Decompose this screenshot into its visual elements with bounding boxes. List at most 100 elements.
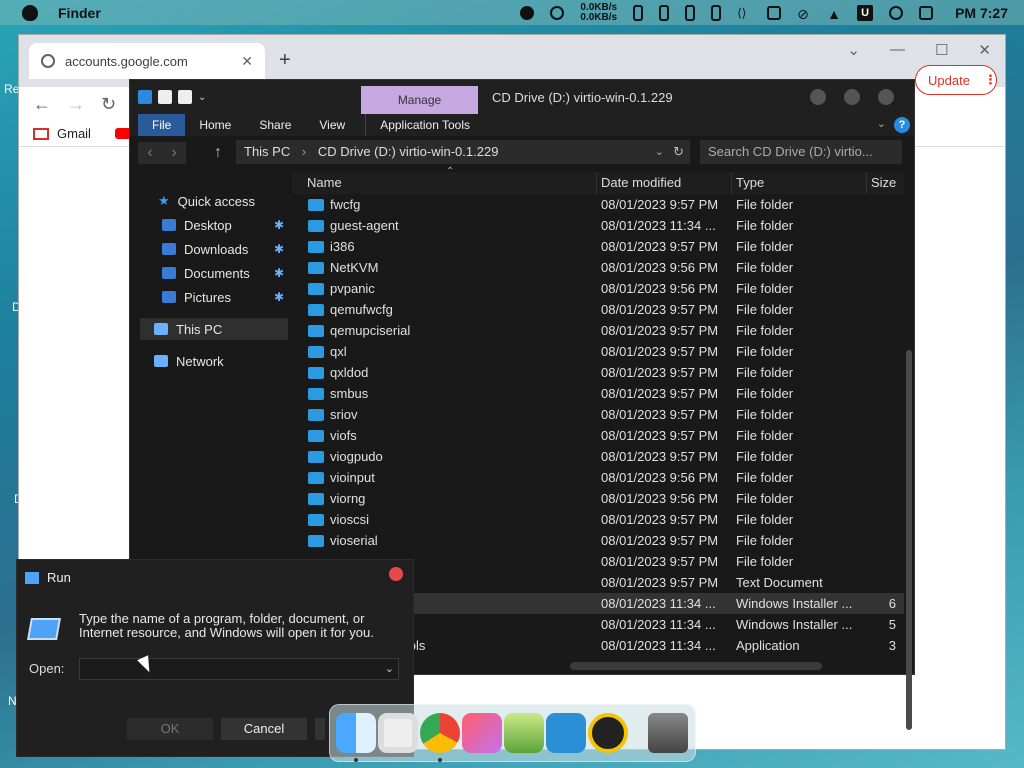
phone-link-icon[interactable] xyxy=(685,4,696,21)
update-button[interactable]: Update ⋮ xyxy=(915,65,997,95)
back-arrow-icon[interactable]: ← xyxy=(33,94,51,115)
vertical-scrollbar[interactable] xyxy=(904,260,914,730)
tab-application-tools[interactable]: Application Tools xyxy=(365,114,484,136)
table-row[interactable]: viofs 08/01/2023 9:57 PM File folder xyxy=(292,425,904,446)
breadcrumb-this-pc[interactable]: This PC xyxy=(244,144,290,159)
migration-dock-icon[interactable] xyxy=(546,713,586,753)
trash-dock-icon[interactable] xyxy=(648,713,688,753)
drive-icon[interactable] xyxy=(138,90,152,104)
table-row[interactable]: viogpudo 08/01/2023 9:57 PM File folder xyxy=(292,446,904,467)
properties-icon[interactable] xyxy=(158,90,172,104)
table-row[interactable]: guest-agent 08/01/2023 11:34 ... File fold… xyxy=(292,215,904,236)
tab-share[interactable]: Share xyxy=(245,114,305,136)
bookmark-gmail[interactable]: Gmail xyxy=(57,126,91,141)
table-row[interactable]: qxl 08/01/2023 9:57 PM File folder xyxy=(292,341,904,362)
sync-icon[interactable] xyxy=(550,5,565,20)
launchpad-dock-icon[interactable] xyxy=(378,713,418,753)
column-name[interactable]: Name xyxy=(292,172,597,194)
breadcrumb-cd-drive[interactable]: CD Drive (D:) virtio-win-0.1.229 xyxy=(318,144,499,159)
search-input[interactable]: Search CD Drive (D:) virtio... xyxy=(700,140,902,164)
maximize-button[interactable] xyxy=(844,89,860,105)
display-icon[interactable] xyxy=(767,5,782,20)
wifi-icon[interactable]: ▲ xyxy=(827,6,841,22)
finder-dock-icon[interactable] xyxy=(336,713,376,753)
control-center-icon[interactable] xyxy=(919,5,934,20)
nav-documents[interactable]: Documents ✱ xyxy=(162,262,312,284)
manage-context-tab[interactable]: Manage xyxy=(361,86,478,114)
minimize-button[interactable] xyxy=(810,89,826,105)
new-folder-icon[interactable] xyxy=(178,90,192,104)
scrollbar-thumb[interactable] xyxy=(906,350,912,730)
u-menu-icon[interactable]: U xyxy=(857,4,874,21)
expand-ribbon-icon[interactable]: ⌄ xyxy=(877,117,886,130)
nav-pictures[interactable]: Pictures ✱ xyxy=(162,286,312,308)
open-input[interactable]: ⌄ xyxy=(79,658,399,680)
tab-search-icon[interactable]: ⌄ xyxy=(847,41,860,59)
table-row[interactable]: smbus 08/01/2023 9:57 PM File folder xyxy=(292,383,904,404)
tab-file[interactable]: File xyxy=(138,114,186,136)
table-row[interactable]: pvpanic 08/01/2023 9:56 PM File folder xyxy=(292,278,904,299)
nav-desktop[interactable]: Desktop ✱ xyxy=(162,214,312,236)
table-row[interactable]: vioserial 08/01/2023 9:57 PM File folder xyxy=(292,530,904,551)
table-row[interactable]: NetKVM 08/01/2023 9:56 PM File folder xyxy=(292,257,904,278)
phone-icon[interactable] xyxy=(633,4,644,21)
forward-arrow-icon[interactable]: → xyxy=(67,94,85,115)
mirror-icon[interactable] xyxy=(711,4,722,21)
reload-icon[interactable]: ↻ xyxy=(101,94,116,115)
nav-downloads[interactable]: Downloads ✱ xyxy=(162,238,312,260)
address-history-icon[interactable]: ⌄ xyxy=(655,140,664,164)
maximize-icon[interactable]: ☐ xyxy=(935,41,948,59)
app-name[interactable]: Finder xyxy=(58,5,101,21)
apple-icon[interactable] xyxy=(22,4,38,21)
table-row[interactable]: qemupciserial 08/01/2023 9:57 PM File fold… xyxy=(292,320,904,341)
vlc-dock-icon[interactable] xyxy=(588,713,628,753)
close-dialog-button[interactable] xyxy=(389,567,403,581)
back-icon[interactable]: ‹ xyxy=(147,144,152,162)
chrome-tab[interactable]: accounts.google.com ✕ xyxy=(29,43,265,79)
nav-this-pc[interactable]: This PC xyxy=(154,318,222,340)
table-row[interactable]: i386 08/01/2023 9:57 PM File folder xyxy=(292,236,904,257)
table-row[interactable]: qxldod 08/01/2023 9:57 PM File folder xyxy=(292,362,904,383)
clock[interactable]: PM 7:27 xyxy=(955,5,1008,21)
close-button[interactable] xyxy=(878,89,894,105)
table-row[interactable]: vioinput 08/01/2023 9:56 PM File folder xyxy=(292,467,904,488)
nav-network[interactable]: Network xyxy=(154,350,224,372)
tab-view[interactable]: View xyxy=(305,114,359,136)
table-row[interactable]: vioscsi 08/01/2023 9:57 PM File folder xyxy=(292,509,904,530)
table-row[interactable]: sriov 08/01/2023 9:57 PM File folder xyxy=(292,404,904,425)
close-window-icon[interactable]: ✕ xyxy=(978,41,991,59)
downloads-icon xyxy=(162,243,176,255)
up-arrow-icon[interactable]: ↑ xyxy=(214,144,222,162)
table-row[interactable]: fwcfg 08/01/2023 9:57 PM File folder xyxy=(292,194,904,215)
address-bar[interactable]: This PC › CD Drive (D:) virtio-win-0.1.2… xyxy=(236,140,690,164)
close-tab-icon[interactable]: ✕ xyxy=(241,53,253,70)
horizontal-scrollbar[interactable] xyxy=(570,662,822,670)
search-icon[interactable] xyxy=(889,5,904,20)
more-menu-icon[interactable]: ⋮ xyxy=(984,72,997,88)
preview-dock-icon[interactable] xyxy=(504,713,544,753)
column-size[interactable]: Size xyxy=(867,172,907,194)
refresh-icon[interactable]: ↻ xyxy=(673,140,684,164)
minimize-icon[interactable]: — xyxy=(890,41,905,59)
browse-button[interactable] xyxy=(315,718,325,740)
table-row[interactable]: qemufwcfg 08/01/2023 9:57 PM File folder xyxy=(292,299,904,320)
column-date-modified[interactable]: Date modified xyxy=(597,172,732,194)
eject-icon[interactable] xyxy=(520,5,535,20)
table-row[interactable]: viorng 08/01/2023 9:56 PM File folder xyxy=(292,488,904,509)
tab-home[interactable]: Home xyxy=(185,114,245,136)
help-icon[interactable]: ? xyxy=(894,117,910,133)
nav-quick-access[interactable]: ★ Quick access xyxy=(158,190,255,212)
customize-toolbar-icon[interactable]: ⌄ xyxy=(198,92,206,103)
chevron-down-icon[interactable]: ⌄ xyxy=(385,662,394,675)
new-tab-button[interactable]: + xyxy=(279,49,291,72)
forward-icon[interactable]: › xyxy=(171,144,176,162)
music-dock-icon[interactable] xyxy=(462,713,502,753)
code-icon[interactable]: ⟨⟩ xyxy=(737,6,751,20)
cancel-button[interactable]: Cancel xyxy=(221,718,307,740)
mute-icon[interactable]: ⊘ xyxy=(797,6,811,22)
chrome-dock-icon[interactable] xyxy=(420,713,460,753)
network-speed[interactable]: 0.0KB/s 0.0KB/s xyxy=(580,2,617,23)
battery-icon[interactable] xyxy=(659,4,670,21)
ok-button[interactable]: OK xyxy=(127,718,213,740)
column-type[interactable]: Type xyxy=(732,172,867,194)
